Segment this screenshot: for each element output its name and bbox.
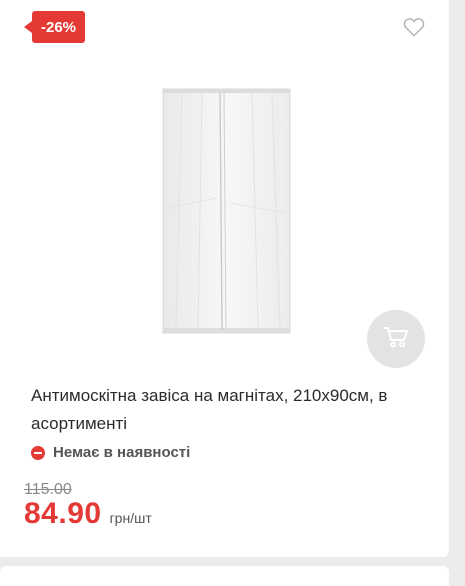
cart-icon: [383, 326, 409, 353]
price-row: 84.90 грн/шт: [24, 497, 152, 531]
price-unit: грн/шт: [109, 510, 152, 526]
current-price: 84.90: [24, 497, 102, 530]
next-product-card[interactable]: [0, 566, 449, 586]
availability-label: Немає в наявності: [53, 444, 191, 461]
product-title[interactable]: Антимоскітна завіса на магнітах, 210х90с…: [31, 382, 421, 438]
product-card[interactable]: -26% Антимоскітна завіса на магнітах, 21…: [0, 0, 449, 557]
product-image[interactable]: [162, 88, 291, 334]
heart-icon[interactable]: [403, 17, 425, 37]
discount-badge: -26%: [24, 11, 85, 43]
availability-status: Немає в наявності: [31, 444, 190, 461]
discount-badge-label: -26%: [40, 18, 77, 36]
add-to-cart-button[interactable]: [367, 310, 425, 368]
minus-circle-icon: [31, 445, 45, 460]
